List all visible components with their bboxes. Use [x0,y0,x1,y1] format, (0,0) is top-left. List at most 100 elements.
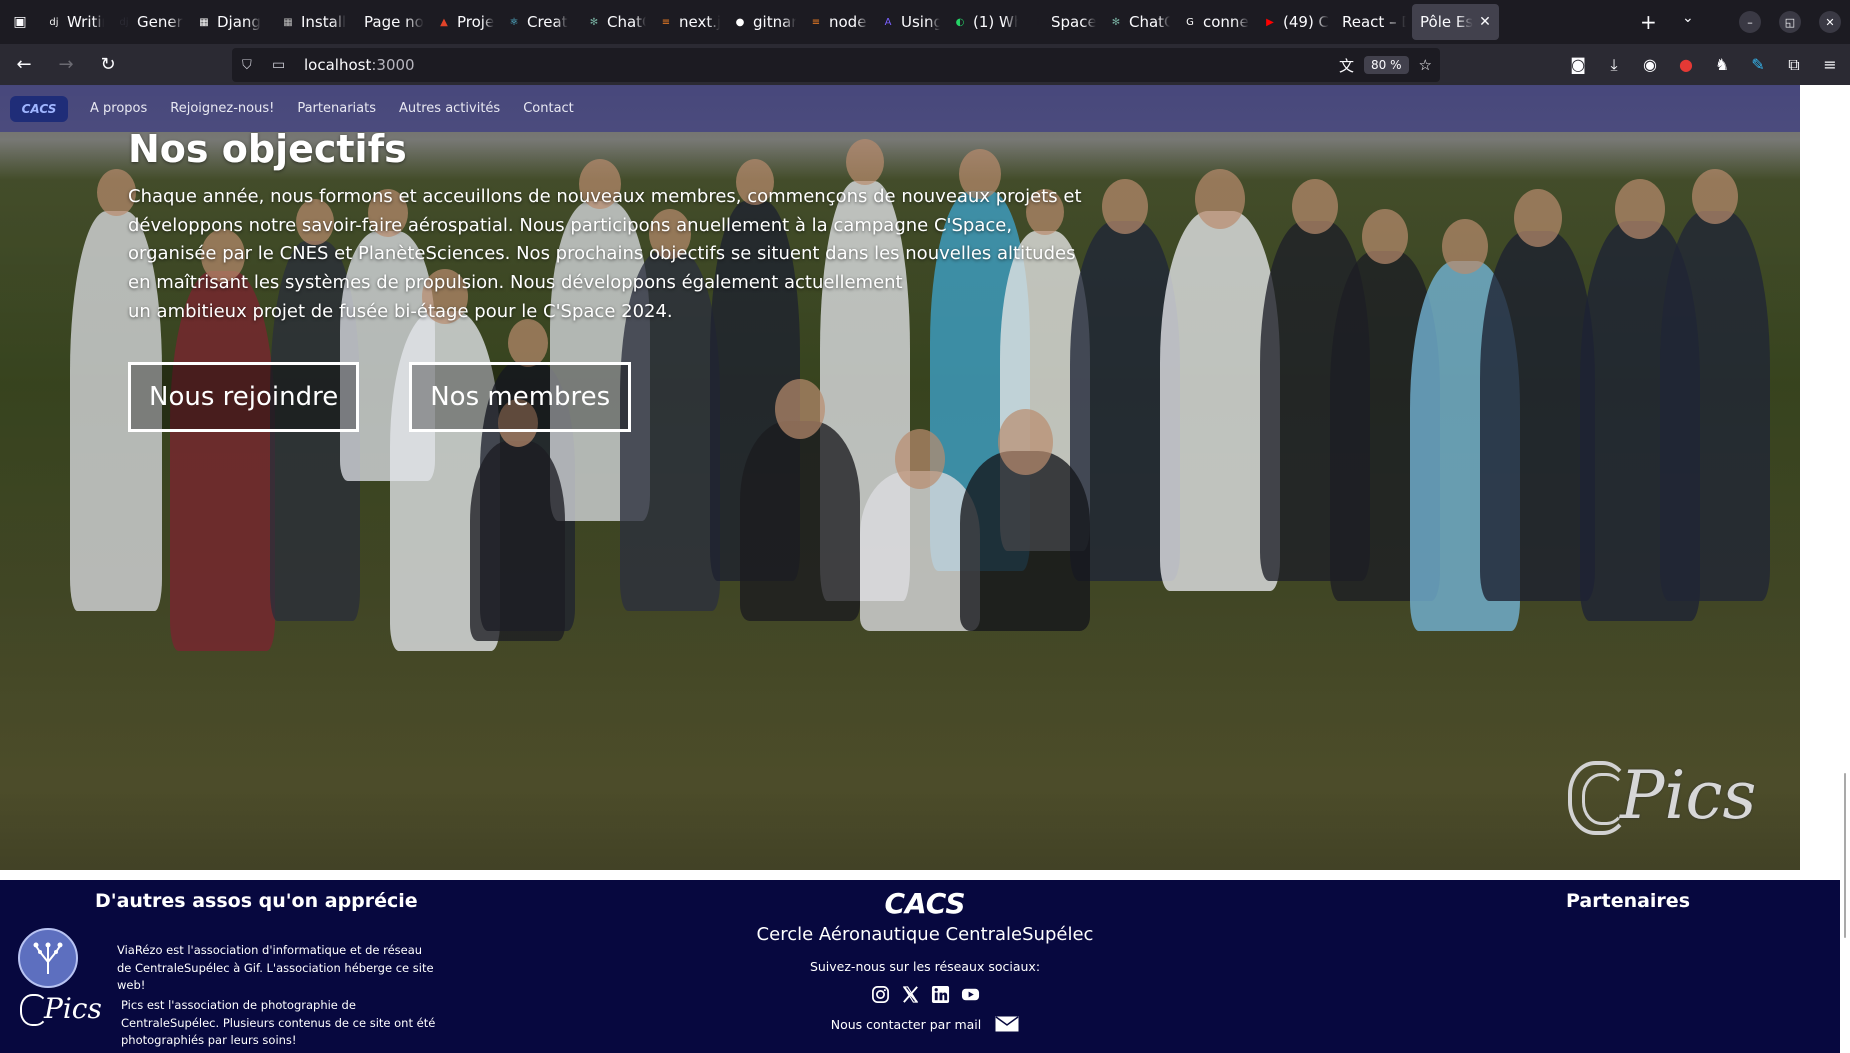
nav-link-autres-activites[interactable]: Autres activités [399,101,500,116]
url-host: localhost [304,56,372,74]
pics-watermark-text: Pics [1620,757,1757,834]
tab-label: ChatG [1129,13,1170,31]
window-controls: – ◱ ✕ [1730,0,1850,44]
close-window-button[interactable]: ✕ [1819,11,1841,33]
x-icon[interactable] [900,984,920,1004]
browser-tab[interactable]: dj Writin [40,4,110,40]
browser-tab[interactable]: A Using [874,4,946,40]
page-info-icon[interactable]: ▭ [272,57,292,73]
extension-tb-icon[interactable]: ✎ [1748,55,1768,74]
photo-person-head [1513,189,1562,247]
viarezo-logo[interactable] [18,928,78,988]
browser-tab[interactable]: dj Gener [110,4,190,40]
browser-tab[interactable]: ◐ (1) Wh [946,4,1024,40]
bookmark-star-icon[interactable]: ☆ [1419,56,1432,74]
download-icon[interactable]: ⤓ [1604,55,1624,75]
extension-bird-icon[interactable]: ♞ [1712,55,1732,74]
photo-person [1480,231,1595,601]
browser-tab[interactable]: ≡ node.j [802,4,874,40]
browser-tab[interactable]: ≡ next.js [652,4,726,40]
browser-tab[interactable]: i Space [1024,4,1102,40]
footer-follow-text: Suivez-nous sur les réseaux sociaux: [809,959,1041,974]
tab-label: gitnar [753,13,796,31]
restore-button[interactable]: ◱ [1779,11,1801,33]
tab-label: (49) C [1283,13,1330,31]
pocket-icon[interactable]: ◙ [1568,55,1588,74]
footer-mail-link[interactable]: Nous contacter par mail [640,1016,1210,1032]
browser-tab[interactable]: ▦ Djang [190,4,274,40]
tab-label: Writin [67,13,104,31]
tab-label: Creat [527,13,568,31]
tab-label: Install [301,13,347,31]
close-tab-icon[interactable]: ✕ [1479,14,1491,30]
minimize-button[interactable]: – [1739,11,1761,33]
cacs-logo[interactable]: CACS [10,95,68,122]
pics-logo-text: Pics [44,992,102,1025]
photo-person-head [1102,179,1148,234]
browser-tab[interactable]: Page not [358,4,430,40]
viarezo-description: ViaRézo est l'association d'informatique… [117,943,434,992]
site-footer: D'autres assos qu'on apprécie ViaRézo es… [0,880,1840,1053]
footer-partners-title: Partenaires [1566,890,1691,912]
nav-link-contact[interactable]: Contact [523,101,574,116]
ublock-icon[interactable]: ● [1676,55,1696,74]
tab-label: ChatG [607,13,646,31]
footer-partner-assos: D'autres assos qu'on apprécie ViaRézo es… [0,880,520,1053]
browser-tab[interactable]: ✻ ChatG [1102,4,1176,40]
nos-membres-button[interactable]: Nos membres [409,362,632,432]
nav-link-a-propos[interactable]: A propos [90,101,147,116]
photo-person [470,441,565,641]
browser-tab[interactable]: Gconne [1176,4,1256,40]
nav-link-partenariats[interactable]: Partenariats [297,101,376,116]
reload-icon[interactable]: ↻ [90,49,126,81]
firefox-view-icon[interactable]: ▣ [0,0,40,44]
photo-person-head [1195,169,1245,229]
nav-link-rejoignez-nous[interactable]: Rejoignez-nous! [170,101,274,116]
page-scrollbar-thumb[interactable] [1844,773,1846,938]
browser-tab[interactable]: React – D [1336,4,1412,40]
browser-tab[interactable]: ▶ (49) C [1256,4,1336,40]
tab-label: Projec [457,13,494,31]
url-text[interactable]: localhost:3000 [304,56,415,74]
back-arrow-icon[interactable]: ← [6,49,42,81]
zoom-level-badge[interactable]: 80 % [1364,56,1409,74]
tracking-protection-icon[interactable]: ⛉ [242,58,262,73]
tab-label: Space [1051,13,1096,31]
browser-tab-strip: ▣ dj Writin dj Gener ▦ Djang ▦ Install Page not ▲… [0,0,1850,44]
mail-envelope-icon[interactable] [995,1016,1019,1032]
hero-section: CACS A propos Rejoignez-nous! Partenaria… [0,85,1800,870]
browser-tab[interactable]: ▲ Projec [430,4,500,40]
account-icon[interactable]: ◉ [1640,55,1660,74]
tab-label: Gener [137,13,183,31]
photo-person [1660,211,1770,601]
new-tab-button[interactable]: + [1640,10,1657,34]
linkedin-icon[interactable] [930,984,950,1004]
pics-logo[interactable]: Pics [18,988,102,1032]
hero-buttons: Nous rejoindre Nos membres [128,362,632,432]
forward-arrow-icon[interactable]: → [48,49,84,81]
tab-favicon-icon: ≡ [661,16,671,28]
browser-tab-active[interactable]: Pôle Es ✕ [1412,4,1499,40]
browser-tab[interactable]: ▦ Install [274,4,358,40]
list-all-tabs-button[interactable]: ⌄ [1682,10,1694,26]
youtube-icon[interactable] [960,984,980,1004]
tab-favicon-icon: G [1186,16,1194,28]
tab-favicon-icon: ▶ [1266,16,1274,28]
browser-tab[interactable]: ✻ ChatG [580,4,652,40]
footer-mail-text: Nous contacter par mail [830,1016,982,1032]
browser-tab[interactable]: ⚛ Creat [500,4,580,40]
url-bar[interactable]: ⛉ ▭ localhost:3000 文 80 % ☆ [232,48,1440,82]
tab-label: Pôle Es [1420,13,1474,31]
footer-cacs-subtitle: Cercle Aéronautique CentraleSupélec [756,924,1094,945]
browser-tab[interactable]: ● gitnar [726,4,802,40]
site-nav: A propos Rejoignez-nous! Partenariats Au… [90,101,574,116]
hero-paragraph-line: développons notre savoir-faire aérospati… [128,214,1013,236]
page-viewport: CACS A propos Rejoignez-nous! Partenaria… [0,85,1850,1053]
tab-favicon-icon: ▲ [440,16,448,28]
instagram-icon[interactable] [870,984,890,1004]
tab-label: conne [1203,13,1249,31]
translate-icon[interactable]: 文 [1339,55,1354,76]
hamburger-menu-icon[interactable]: ≡ [1820,55,1840,74]
extensions-puzzle-icon[interactable]: ⧉ [1784,55,1804,75]
nous-rejoindre-button[interactable]: Nous rejoindre [128,362,360,432]
